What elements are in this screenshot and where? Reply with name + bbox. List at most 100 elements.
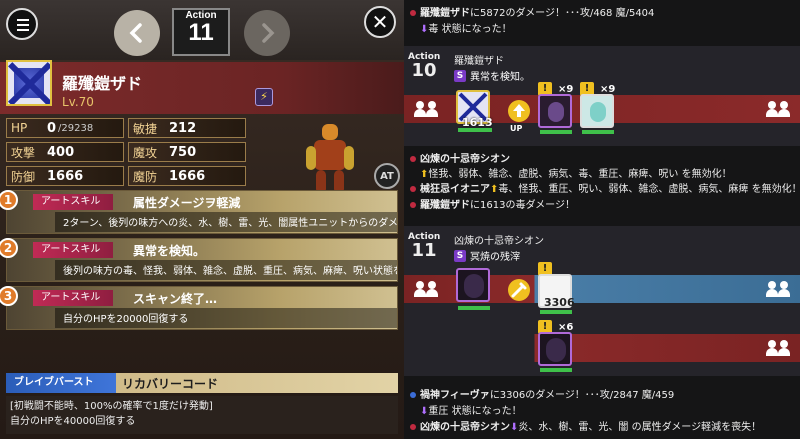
hp-bar xyxy=(540,310,572,314)
skill-icon: S xyxy=(454,249,466,262)
stat-defense-label: 防御 xyxy=(11,169,36,184)
damage-value: 3306 xyxy=(544,296,575,309)
skill-card-3[interactable]: アートスキル スキャン終了… 自分のHPを20000回復する xyxy=(6,286,398,330)
hp-bar xyxy=(540,130,572,134)
log-unit-name: 羅殲鎧ザド xyxy=(420,200,470,211)
action-skill: S 冥焼の残滓 xyxy=(454,248,520,263)
skill-description: 後列の味方の毒、怪我、弱体、雑念、虚脱、重圧、病気、麻痺、呪い状態を回復する xyxy=(63,266,397,277)
stat-magic-attack-value: 750 xyxy=(169,144,197,160)
log-unit-name: 禍神フィーヴァ xyxy=(420,390,490,401)
party-icon xyxy=(766,340,792,356)
party-icon xyxy=(414,281,440,297)
action-skill-name: 異常を検知。 xyxy=(470,72,530,83)
character-level: Lv.70 xyxy=(62,95,94,109)
menu-button[interactable] xyxy=(6,8,38,40)
skill-title: 異常を検知。 xyxy=(133,244,206,258)
stat-attack-value: 400 xyxy=(47,144,75,160)
log-text: 怪我、弱体、雑念、虚脱、病気、毒、重圧、麻痺、呪い を無効化！ xyxy=(428,169,732,180)
action-11-counter: Action 11 xyxy=(408,232,440,260)
log-line: ⬇重圧 状態になった！ xyxy=(410,402,522,417)
log-text: 重圧 状態になった！ xyxy=(428,406,522,417)
skill-description: 2ターン、後列の味方への炎、水、樹、雷、光、闇属性ユニットからのダメージを90% xyxy=(63,218,398,229)
log-text: 毒、怪我、重圧、呪い、弱体、雑念、虚脱、病気、麻痺 を無効化！ xyxy=(498,184,800,195)
unit-portrait-shion[interactable] xyxy=(538,332,572,366)
hp-bar xyxy=(458,128,492,132)
log-line: 羅殲鎧ザドに1613の毒ダメージ！ xyxy=(410,196,575,211)
action-skill: S 異常を検知。 xyxy=(454,68,530,83)
unit-detail-panel: Action 11 ✕ 羅殲鎧ザド Lv.70 ⚡ HP 0 /29238 敏捷… xyxy=(0,0,404,439)
skill-tag: アートスキル xyxy=(33,290,113,306)
log-text: 毒 状態になった！ xyxy=(428,24,512,35)
character-name: 羅殲鎧ザド xyxy=(62,74,143,93)
hp-bar xyxy=(582,130,614,134)
stat-hp: HP 0 /29238 xyxy=(6,118,124,138)
brave-burst-effect: 自分のHPを40000回復する xyxy=(10,416,136,427)
hp-bar xyxy=(458,306,490,310)
brave-burst-tag: ブレイブバースト xyxy=(6,373,116,393)
previous-action-button[interactable] xyxy=(114,10,160,56)
action-actor-name: 凶煉の十忌帝シオン xyxy=(454,236,544,247)
row-band xyxy=(404,334,800,362)
skill-tag: アートスキル xyxy=(33,242,113,258)
log-text: に5872のダメージ！･･･攻/468 魔/5404 xyxy=(470,8,655,19)
stat-magic-attack-label: 魔攻 xyxy=(133,145,158,160)
action-counter: Action 11 xyxy=(172,8,230,56)
stat-hp-label: HP xyxy=(11,121,28,135)
chevron-right-icon xyxy=(262,23,275,43)
log-line: 禍神フィーヴァに3306のダメージ！･･･攻/2847 魔/459 xyxy=(410,386,674,401)
skill-title: 属性ダメージヲ軽減 xyxy=(133,196,241,210)
character-portrait[interactable] xyxy=(6,60,52,106)
party-icon xyxy=(766,281,792,297)
stat-magic-defense: 魔防 1666 xyxy=(128,166,246,186)
buff-up-icon xyxy=(508,100,530,122)
log-line: ⬇毒 状態になった！ xyxy=(410,20,512,35)
up-label: UP xyxy=(510,124,523,133)
log-line: ⬆怪我、弱体、雑念、虚脱、病気、毒、重圧、麻痺、呪い を無効化！ xyxy=(410,165,732,180)
log-unit-name: 羅殲鎧ザド xyxy=(420,8,470,19)
unit-sprite xyxy=(300,120,360,200)
battle-log-panel: 羅殲鎧ザドに5872のダメージ！･･･攻/468 魔/5404 ⬇毒 状態になっ… xyxy=(404,0,800,439)
log-line: 凶煉の十忌帝シオン⬇炎、水、樹、雷、光、闇 の属性ダメージ軽減を喪失！ xyxy=(410,418,761,433)
skill-icon: S xyxy=(454,69,466,82)
log-text: に3306のダメージ！･･･攻/2847 魔/459 xyxy=(489,390,675,401)
log-line: 凶煉の十忌帝シオン xyxy=(410,150,510,165)
log-unit-name: 凶煉の十忌帝シオン xyxy=(420,154,510,165)
at-toggle-button[interactable]: AT xyxy=(374,163,400,189)
unit-portrait-ally[interactable] xyxy=(538,94,572,128)
stat-attack-label: 攻撃 xyxy=(11,145,36,160)
action-skill-name: 冥焼の残滓 xyxy=(470,252,520,263)
close-icon: ✕ xyxy=(371,10,389,34)
action-number: 10 xyxy=(411,60,437,81)
stat-attack: 攻撃 400 xyxy=(6,142,124,162)
log-unit-name: 凶煉の十忌帝シオン xyxy=(420,422,510,433)
brave-burst-header[interactable]: ブレイブバースト リカバリーコード xyxy=(6,373,398,393)
close-button[interactable]: ✕ xyxy=(364,6,396,38)
log-line: 械狂忌イオニア⬆毒、怪我、重圧、呪い、弱体、雑念、虚脱、病気、麻痺 を無効化！ xyxy=(410,180,800,195)
at-label: AT xyxy=(380,170,394,182)
stat-magic-defense-label: 魔防 xyxy=(133,169,158,184)
next-action-button[interactable] xyxy=(244,10,290,56)
skill-title: スキャン終了… xyxy=(133,292,218,306)
hp-bar xyxy=(540,368,572,372)
stat-magic-defense-value: 1666 xyxy=(169,168,206,184)
stat-defense-value: 1666 xyxy=(47,168,84,184)
character-banner xyxy=(0,62,404,114)
log-text: に1613の毒ダメージ！ xyxy=(470,200,575,211)
action-number: 11 xyxy=(188,19,214,46)
unit-portrait-ally[interactable] xyxy=(580,94,614,128)
action-number: 11 xyxy=(411,240,437,261)
brave-burst-description: [初戦闘不能時、100%の確率で1度だけ発動] 自分のHPを40000回復する xyxy=(6,396,398,434)
party-icon xyxy=(414,101,440,117)
skill-card-2[interactable]: アートスキル 異常を検知。 後列の味方の毒、怪我、弱体、雑念、虚脱、重圧、病気、… xyxy=(6,238,398,282)
log-line: 羅殲鎧ザドに5872のダメージ！･･･攻/468 魔/5404 xyxy=(410,4,654,19)
stat-hp-max: /29238 xyxy=(58,122,94,134)
chevron-left-icon xyxy=(129,23,142,43)
unit-portrait-shion[interactable] xyxy=(456,268,490,302)
action-10-counter: Action 10 xyxy=(408,52,440,80)
stat-defense: 防御 1666 xyxy=(6,166,124,186)
stat-magic-attack: 魔攻 750 xyxy=(128,142,246,162)
skill-card-1[interactable]: アートスキル 属性ダメージヲ軽減 2ターン、後列の味方への炎、水、樹、雷、光、闇… xyxy=(6,190,398,234)
attack-icon xyxy=(508,279,530,301)
element-icon: ⚡ xyxy=(255,88,273,106)
skill-description: 自分のHPを20000回復する xyxy=(63,314,189,325)
